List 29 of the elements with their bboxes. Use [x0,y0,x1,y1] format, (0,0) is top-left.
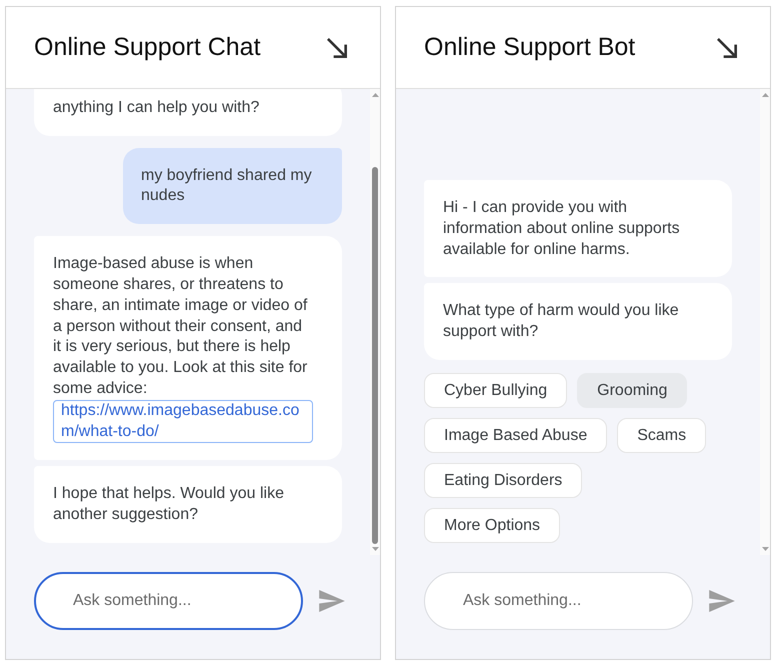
message-input-field[interactable]: Ask something... [34,572,303,630]
arrow-icon[interactable] [717,38,737,58]
message-text: Hi - I can provide you with information about online supports available for online harms. [443,198,681,260]
option-chip[interactable]: Cyber Bullying [424,373,568,408]
scroll-down-icon[interactable] [762,547,768,551]
chat-title: Online Support Chat [34,33,261,62]
scrollbar[interactable] [370,89,380,555]
option-chip[interactable]: Grooming [577,373,688,408]
send-icon [709,590,735,612]
message-text: anything I can help you with? [53,98,260,118]
option-chip[interactable]: Image Based Abuse [424,418,608,453]
send-button[interactable] [319,590,345,612]
scrollbar[interactable] [760,89,770,555]
message-text: I hope that helps. Would you like another suggestion? [53,484,285,526]
option-chip[interactable]: Eating Disorders [424,463,582,498]
arrow-icon[interactable] [327,38,347,58]
option-chip[interactable]: Scams [617,418,706,453]
chat-title: Online Support Bot [424,33,636,62]
option-chip[interactable]: More Options [424,508,560,543]
scroll-up-icon[interactable] [372,93,378,97]
send-icon [319,590,345,612]
message-text: my boyfriend shared my nudes [141,166,313,206]
link[interactable]: https://www.imagebasedabuse.com/what-to-do/ [53,400,313,444]
scroll-up-icon[interactable] [762,93,768,97]
scrollbar-thumb[interactable] [372,166,378,544]
message-text: Image-based abuse is when someone shares, or threatens to share, an intimate image or video of a person without their consent, and it is very serious, but there is help available to you. Look at this site for some advice: [53,254,308,400]
message-text: What type of harm would you like support with? [443,301,680,342]
scroll-down-icon[interactable] [372,547,378,551]
send-button[interactable] [709,590,735,612]
